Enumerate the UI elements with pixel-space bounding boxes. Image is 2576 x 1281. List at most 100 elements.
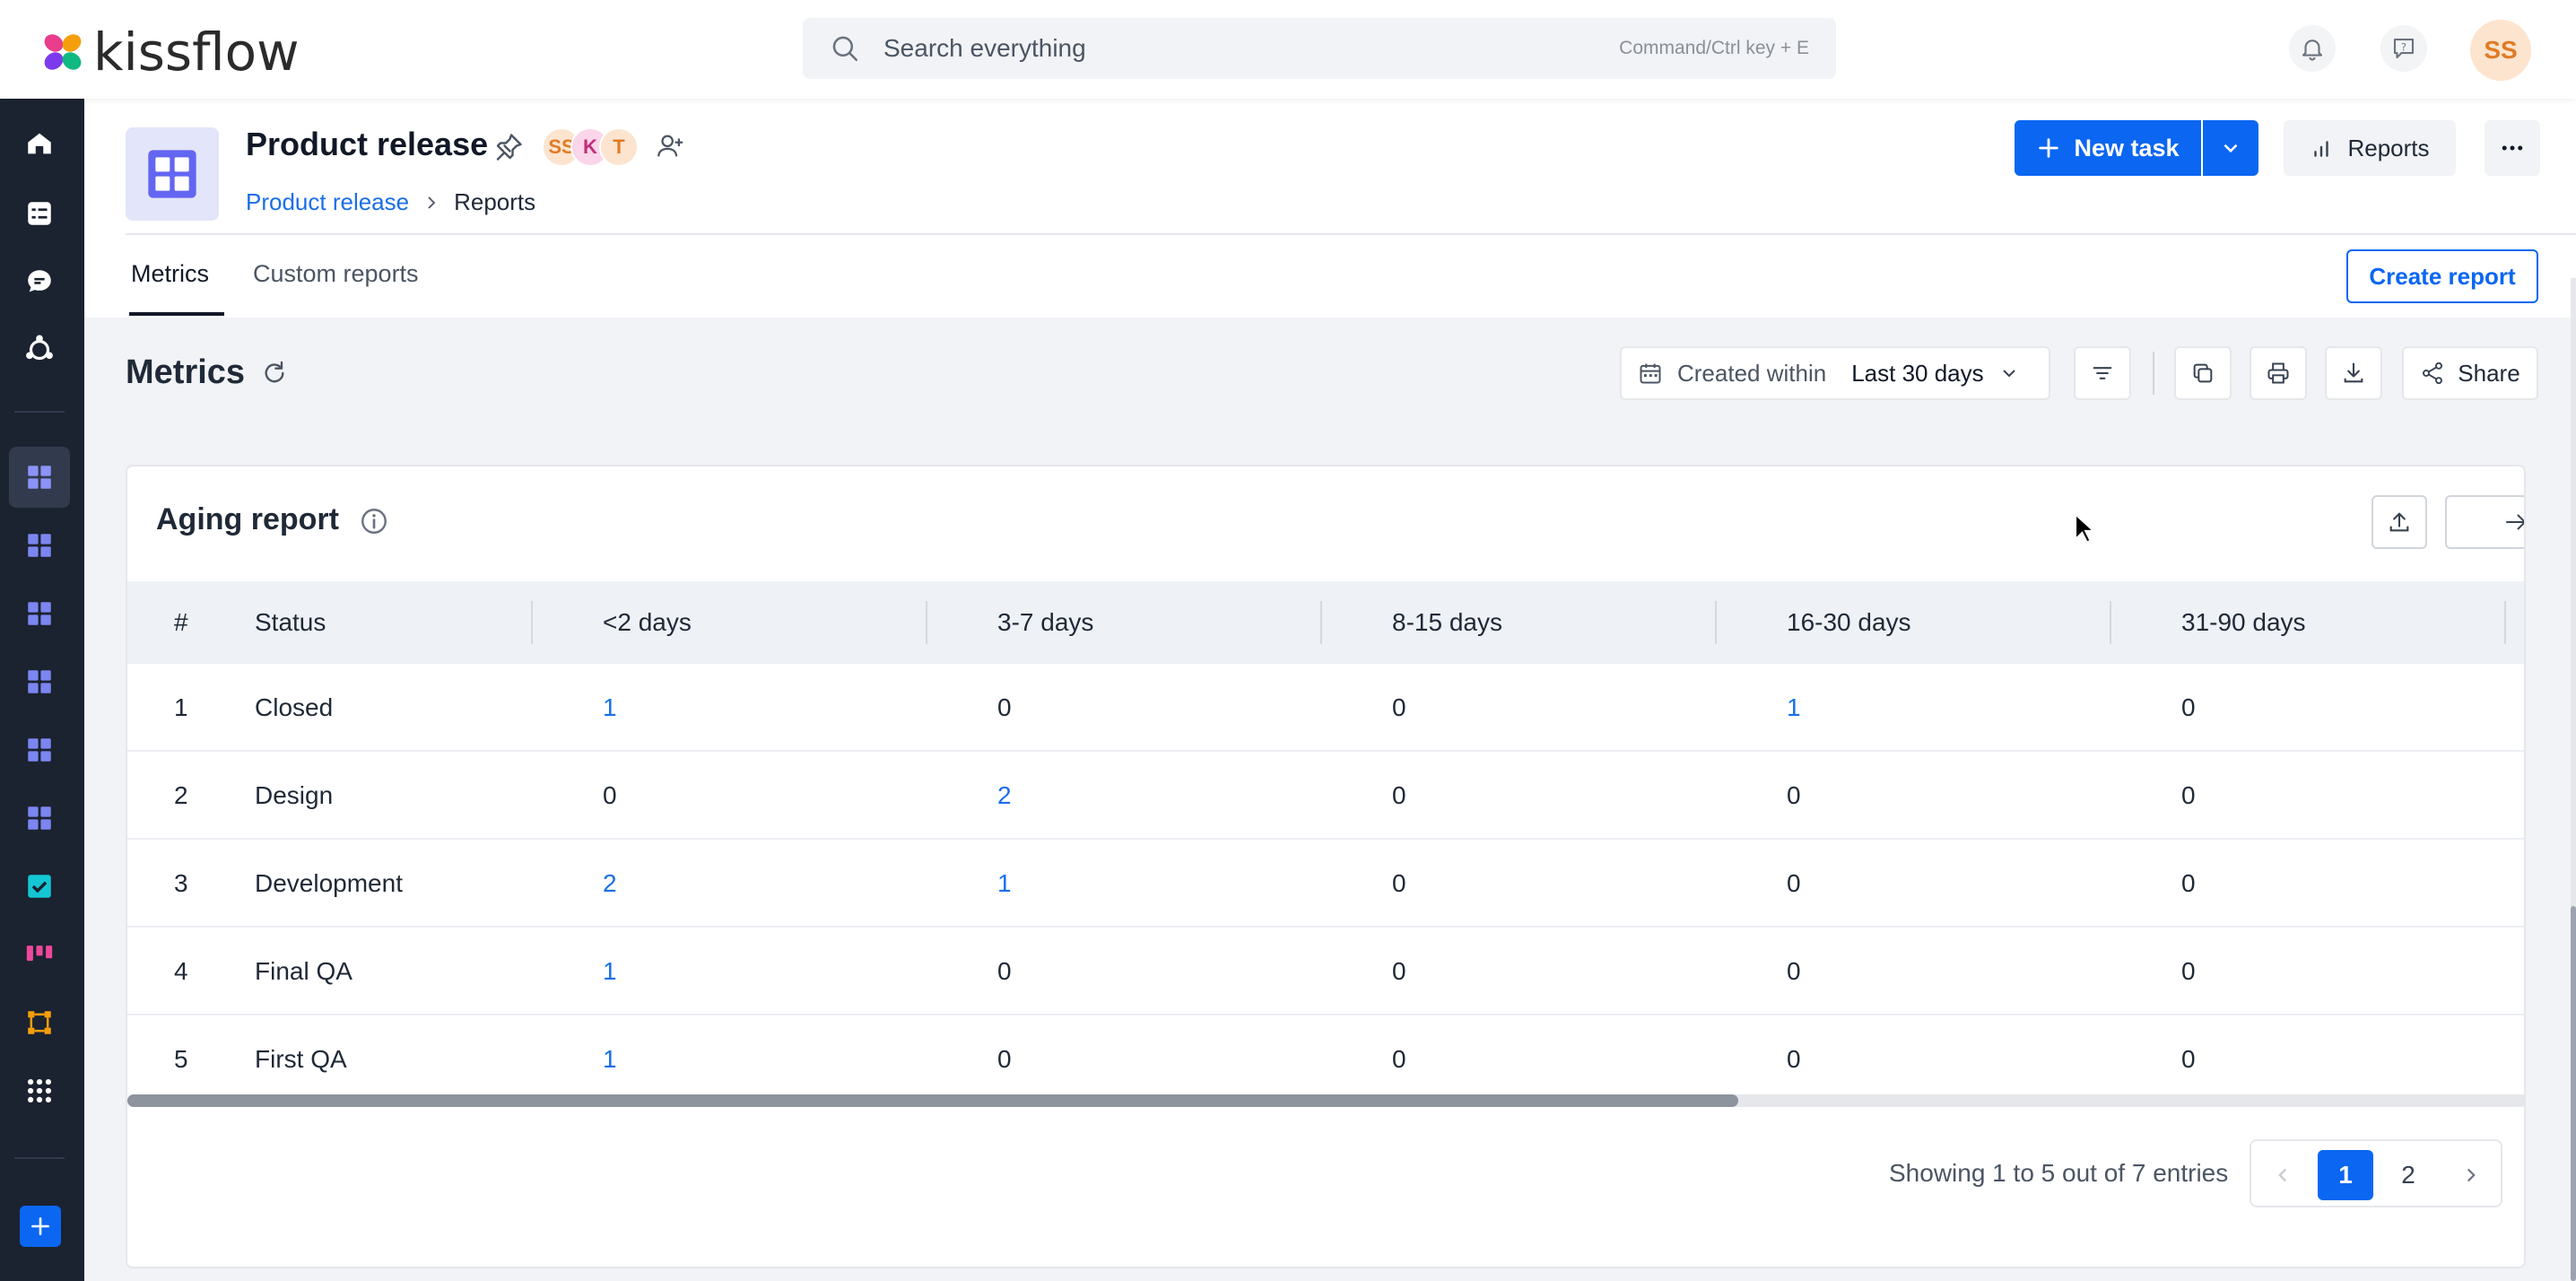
refresh-icon bbox=[265, 361, 284, 383]
notifications-button[interactable] bbox=[2289, 25, 2336, 72]
pin-icon bbox=[496, 134, 522, 161]
sidebar-app-2[interactable] bbox=[9, 515, 70, 576]
print-button[interactable] bbox=[2250, 346, 2307, 400]
tasks-icon bbox=[28, 202, 51, 225]
next-page-button[interactable] bbox=[2443, 1150, 2499, 1200]
cursor-arrow-icon bbox=[2075, 512, 2096, 544]
main-content: Product release SS K T Product release R… bbox=[84, 99, 2576, 1281]
download-icon bbox=[2344, 362, 2363, 383]
row-number: 3 bbox=[174, 869, 188, 897]
previous-page-button[interactable] bbox=[2255, 1150, 2311, 1200]
sidebar-divider bbox=[14, 1157, 65, 1159]
download-button[interactable] bbox=[2325, 346, 2382, 400]
cell-lt2-days[interactable]: 1 bbox=[603, 1015, 617, 1103]
sidebar-chat[interactable] bbox=[9, 251, 70, 312]
duplicate-button[interactable] bbox=[2174, 346, 2232, 400]
checkbox-icon bbox=[28, 875, 51, 898]
date-filter-dropdown[interactable]: Created within Last 30 days bbox=[1620, 346, 2050, 400]
new-task-button[interactable]: New task bbox=[2015, 120, 2201, 176]
row-number: 4 bbox=[174, 957, 188, 985]
cell-8-15-days: 0 bbox=[1392, 957, 1406, 985]
sidebar-app-6[interactable] bbox=[9, 788, 70, 849]
tab-metrics[interactable]: Metrics bbox=[131, 260, 209, 288]
cell-3-7-days[interactable]: 2 bbox=[997, 752, 1012, 840]
grid-app-icon bbox=[28, 670, 51, 693]
add-member-button[interactable] bbox=[655, 131, 685, 166]
breadcrumb: Product release Reports bbox=[246, 188, 535, 216]
page-button-2[interactable]: 2 bbox=[2380, 1150, 2436, 1200]
refresh-button[interactable] bbox=[260, 359, 289, 392]
pin-button[interactable] bbox=[492, 131, 525, 168]
info-button[interactable] bbox=[359, 506, 389, 541]
table-row: 5 First QA 1 0 0 0 0 bbox=[127, 1015, 2524, 1103]
kanban-icon bbox=[26, 946, 53, 962]
sidebar-app-3[interactable] bbox=[9, 583, 70, 644]
column-header-lt2-days[interactable]: <2 days bbox=[603, 581, 692, 664]
sidebar-app-5[interactable] bbox=[9, 719, 70, 780]
help-button[interactable]: ? bbox=[2380, 25, 2427, 72]
bell-icon bbox=[2302, 39, 2323, 61]
cell-3-7-days[interactable]: 1 bbox=[997, 840, 1012, 928]
column-header-8-15-days[interactable]: 8-15 days bbox=[1392, 581, 1502, 664]
cell-16-30-days: 0 bbox=[1787, 781, 1801, 809]
calendar-icon bbox=[1640, 363, 1661, 384]
cell-16-30-days[interactable]: 1 bbox=[1787, 664, 1801, 752]
sidebar-app-board[interactable] bbox=[9, 924, 70, 985]
cell-lt2-days[interactable]: 2 bbox=[603, 840, 617, 928]
sidebar-app-integration[interactable] bbox=[9, 992, 70, 1053]
filter-button[interactable] bbox=[2074, 346, 2131, 400]
table-row: 1 Closed 1 0 0 1 0 bbox=[127, 664, 2524, 752]
toolbar-divider bbox=[2153, 352, 2154, 395]
table-row: 4 Final QA 1 0 0 0 0 bbox=[127, 928, 2524, 1015]
cell-8-15-days: 0 bbox=[1392, 869, 1406, 897]
column-header-number: # bbox=[174, 608, 188, 636]
cell-3-7-days: 0 bbox=[997, 957, 1012, 985]
sidebar-divider bbox=[14, 411, 65, 413]
sidebar-all-apps[interactable] bbox=[9, 1060, 70, 1121]
column-header-status[interactable]: Status bbox=[255, 581, 326, 664]
sidebar-tasks[interactable] bbox=[9, 183, 70, 244]
member-avatars[interactable]: SS K T bbox=[542, 127, 639, 167]
column-header-3-7-days[interactable]: 3-7 days bbox=[997, 581, 1093, 664]
plus-icon bbox=[2039, 138, 2059, 158]
mouse-cursor bbox=[2074, 512, 2097, 550]
new-task-dropdown-button[interactable] bbox=[2203, 120, 2258, 176]
global-search[interactable]: Search everything Command/Ctrl key + E bbox=[803, 18, 1836, 79]
aging-report-card: Aging report # Status <2 days 3-7 days 8… bbox=[126, 465, 2526, 1268]
export-button[interactable] bbox=[2371, 495, 2427, 549]
community-icon bbox=[26, 335, 53, 361]
column-header-31-90-days[interactable]: 31-90 days bbox=[2181, 581, 2306, 664]
kissflow-logo-icon bbox=[44, 34, 82, 70]
column-header-16-30-days[interactable]: 16-30 days bbox=[1787, 581, 1911, 664]
create-new-button[interactable] bbox=[20, 1206, 61, 1247]
row-number: 5 bbox=[174, 1045, 188, 1073]
page-button-1[interactable]: 1 bbox=[2318, 1150, 2373, 1200]
kissflow-logo[interactable]: kissflow bbox=[39, 22, 300, 83]
user-avatar[interactable]: SS bbox=[2470, 20, 2531, 81]
vertical-scrollbar-thumb[interactable] bbox=[2571, 906, 2576, 1281]
filter-value: Last 30 days bbox=[1851, 359, 1984, 387]
cell-31-90-days: 0 bbox=[2181, 781, 2196, 809]
column-divider bbox=[1320, 601, 1322, 644]
left-sidebar bbox=[0, 99, 84, 1281]
cell-31-90-days: 0 bbox=[2181, 1045, 2196, 1073]
grid-app-icon bbox=[28, 738, 51, 762]
sidebar-community[interactable] bbox=[9, 319, 70, 380]
tab-custom-reports[interactable]: Custom reports bbox=[253, 260, 419, 288]
row-number: 1 bbox=[174, 693, 188, 721]
sidebar-app-product-release[interactable] bbox=[9, 447, 70, 508]
create-report-button[interactable]: Create report bbox=[2346, 249, 2538, 303]
cell-lt2-days[interactable]: 1 bbox=[603, 664, 617, 752]
sidebar-app-4[interactable] bbox=[9, 651, 70, 712]
more-options-button[interactable] bbox=[2485, 120, 2540, 176]
share-button[interactable]: Share bbox=[2402, 346, 2538, 400]
project-title: Product release bbox=[246, 126, 489, 162]
cell-lt2-days[interactable]: 1 bbox=[603, 928, 617, 1015]
open-report-button[interactable] bbox=[2445, 495, 2524, 549]
sidebar-home[interactable] bbox=[9, 113, 70, 174]
sidebar-app-checklist[interactable] bbox=[9, 856, 70, 917]
logo-text: kissflow bbox=[93, 22, 300, 83]
breadcrumb-project-link[interactable]: Product release bbox=[246, 188, 409, 216]
horizontal-scrollbar-thumb[interactable] bbox=[127, 1094, 1738, 1107]
reports-button[interactable]: Reports bbox=[2284, 120, 2456, 176]
